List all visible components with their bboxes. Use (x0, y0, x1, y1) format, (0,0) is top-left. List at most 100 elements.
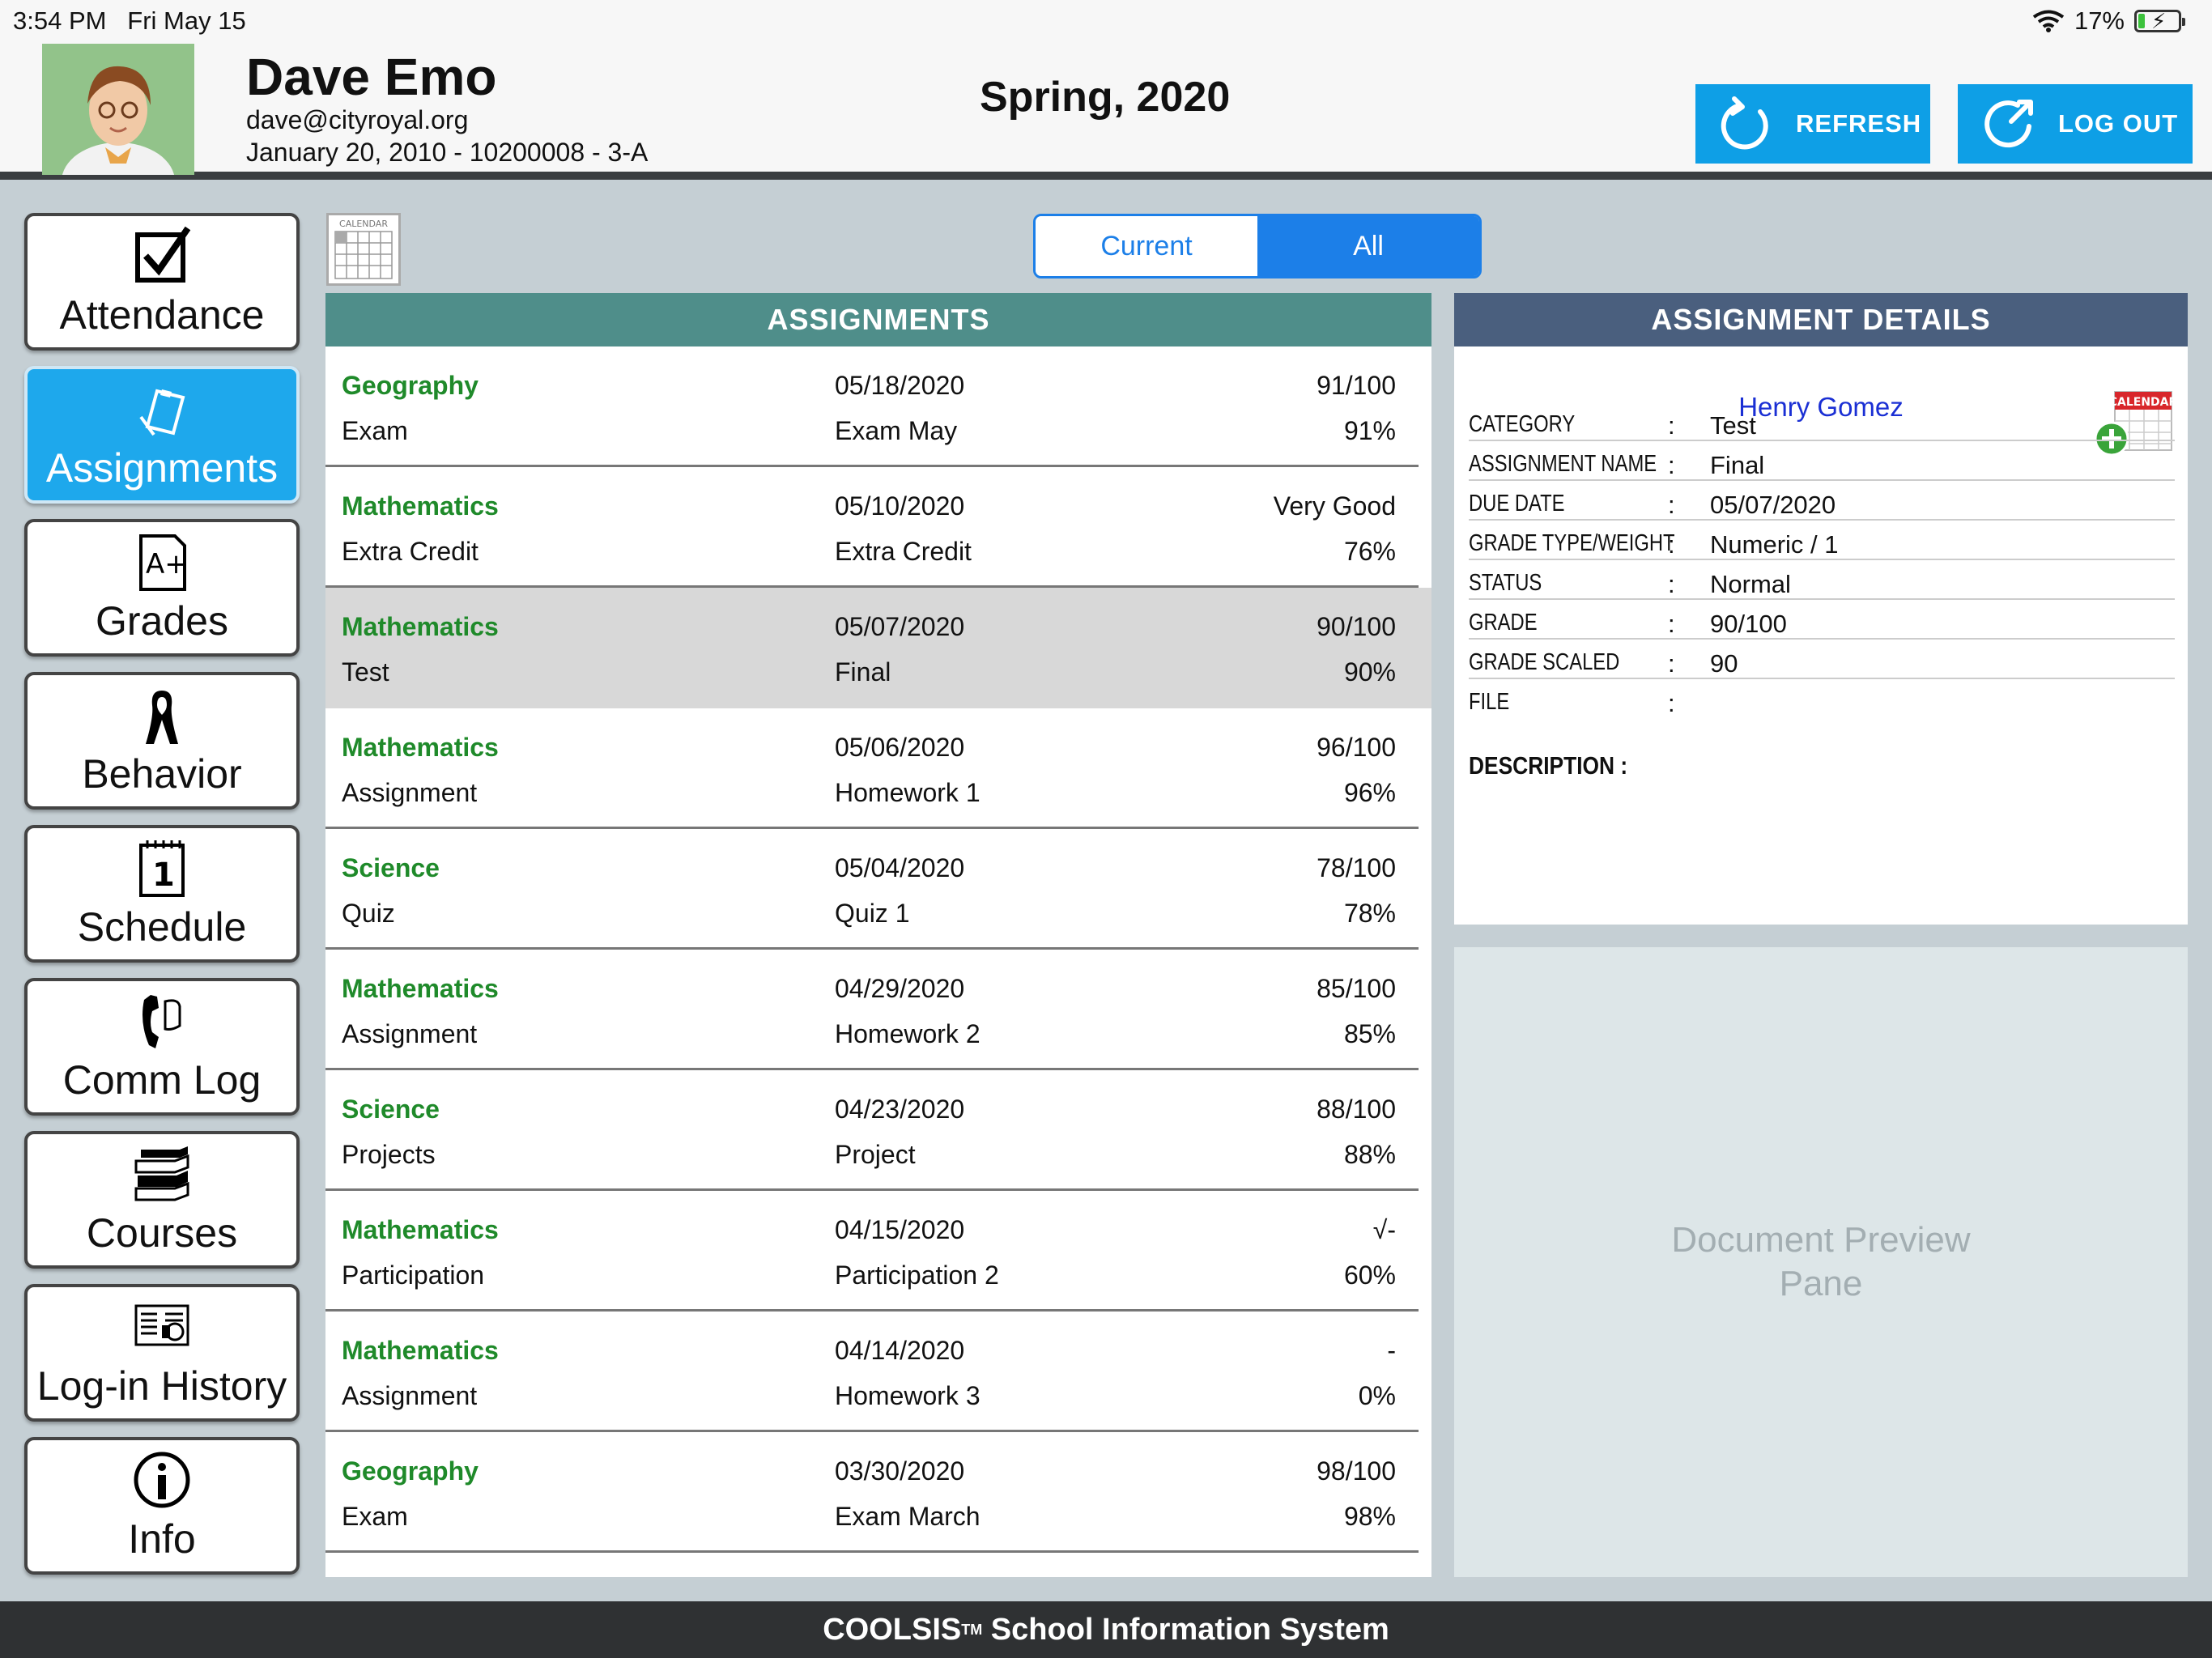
preview-line-1: Document Preview (1671, 1220, 1971, 1260)
assignment-course: Mathematics (342, 974, 499, 1003)
status-time: 3:54 PM Fri May 15 (13, 6, 246, 35)
assignment-row[interactable]: Mathematics Extra Credit 05/10/2020 Extra C… (325, 467, 1419, 588)
sidebar-label: Comm Log (62, 1057, 262, 1103)
assignment-date: 05/04/2020 (835, 853, 965, 882)
logout-button[interactable]: LOG OUT (1958, 84, 2193, 164)
sidebar-label: Grades (96, 598, 228, 644)
assignment-percent: 76% (1343, 537, 1396, 566)
assignment-row[interactable]: Geography Exam 03/30/2020 Exam March 98/100 9… (325, 1432, 1419, 1553)
assignment-date: 04/14/2020 (835, 1336, 965, 1365)
assignment-score: 78/100 (1317, 853, 1396, 882)
app-header: 3:54 PM Fri May 15 17% ⚡ Dave Emo dave@c… (0, 0, 2212, 180)
assignment-category: Extra Credit (342, 537, 479, 566)
detail-key: ASSIGNMENT NAME (1469, 451, 1657, 477)
assignment-course: Geography (342, 371, 479, 400)
sidebar-item-attendance[interactable]: Attendance (24, 213, 300, 351)
detail-value: Numeric / 1 (1710, 530, 1839, 559)
wifi-icon (2032, 10, 2065, 32)
sidebar-item-behavior[interactable]: Behavior (24, 672, 300, 810)
segment-all[interactable]: All (1257, 216, 1479, 276)
detail-separator: : (1668, 570, 1675, 598)
refresh-button[interactable]: REFRESH (1695, 84, 1930, 164)
sidebar-item-courses[interactable]: Courses (24, 1131, 300, 1269)
student-email: dave@cityroyal.org (246, 105, 469, 134)
assignment-row[interactable]: Mathematics Test 05/07/2020 Final 90/100 90% (325, 588, 1431, 708)
assignment-name: Homework 1 (835, 778, 981, 807)
detail-row: CATEGORY: Test (1469, 406, 2175, 441)
assignment-score: Very Good (1273, 491, 1396, 521)
assignment-course: Mathematics (342, 1215, 499, 1244)
preview-line-2: Pane (1779, 1264, 1863, 1303)
assignment-row[interactable]: Mathematics Participation 04/15/2020 Partic… (325, 1191, 1419, 1312)
info-icon (134, 1452, 190, 1508)
calendar-view-icon[interactable]: CALENDAR (326, 213, 401, 286)
app-footer: COOLSIS TM School Information System (0, 1601, 2212, 1658)
filter-segmented-control[interactable]: Current All (1033, 214, 1482, 278)
description-label: DESCRIPTION : (1469, 751, 1628, 780)
detail-key: GRADE SCALED (1469, 649, 1620, 675)
assignment-date: 05/07/2020 (835, 612, 965, 641)
sidebar-label: Behavior (82, 751, 242, 797)
sidebar-item-schedule[interactable]: 1 Schedule (24, 825, 300, 963)
assignment-percent: 0% (1358, 1381, 1396, 1410)
student-name: Dave Emo (246, 48, 497, 106)
assignment-category: Participation (342, 1261, 485, 1290)
assignment-name: Homework 3 (835, 1381, 981, 1410)
assignment-row[interactable]: Mathematics Assignment 04/29/2020 Homework … (325, 950, 1419, 1070)
segment-current[interactable]: Current (1036, 216, 1257, 276)
assignment-percent: 60% (1343, 1261, 1396, 1290)
assignment-row[interactable]: Geography Exam 05/18/2020 Exam May 91/100 91% (325, 346, 1419, 467)
assignment-score: 91/100 (1317, 371, 1396, 400)
assignment-percent: 91% (1343, 416, 1396, 445)
assignment-course: Mathematics (342, 612, 499, 641)
assignment-row[interactable]: Science Quiz 05/04/2020 Quiz 1 78/100 78% (325, 829, 1419, 950)
detail-separator: : (1668, 610, 1675, 638)
assignment-course: Mathematics (342, 491, 499, 521)
detail-separator: : (1668, 649, 1675, 678)
detail-key: CATEGORY (1469, 411, 1576, 437)
assignment-date: 05/10/2020 (835, 491, 965, 521)
assignment-category: Test (342, 657, 389, 687)
sidebar-label: Attendance (59, 292, 265, 338)
assignment-row[interactable]: Mathematics Assignment 04/14/2020 Homework … (325, 1312, 1419, 1432)
assignment-date: 05/18/2020 (835, 371, 965, 400)
assignment-percent: 88% (1343, 1140, 1396, 1169)
assignment-course: Geography (342, 1456, 479, 1486)
svg-text:A+: A+ (146, 548, 188, 580)
assignment-score: 88/100 (1317, 1095, 1396, 1124)
assignment-row[interactable]: Mathematics Assignment 05/06/2020 Homework … (325, 708, 1419, 829)
sidebar-item-comm-log[interactable]: Comm Log (24, 978, 300, 1116)
sidebar-item-info[interactable]: Info (24, 1437, 300, 1575)
assignment-name: Project (835, 1140, 916, 1169)
assignment-course: Mathematics (342, 733, 499, 762)
sidebar-item-login-history[interactable]: Log-in History (24, 1284, 300, 1422)
assignment-date: 04/23/2020 (835, 1095, 965, 1124)
clipboard-icon (139, 389, 185, 436)
detail-value: 05/07/2020 (1710, 491, 1836, 519)
assignment-score: - (1387, 1336, 1396, 1365)
assignment-name: Extra Credit (835, 537, 972, 566)
assignment-course: Mathematics (342, 1336, 499, 1365)
ribbon-icon (146, 691, 178, 744)
assignment-category: Exam (342, 1502, 408, 1531)
assignment-row[interactable]: Science Projects 04/23/2020 Project 88/100 88… (325, 1070, 1419, 1191)
detail-value: 90/100 (1710, 610, 1787, 638)
assignment-name: Homework 2 (835, 1019, 981, 1048)
document-preview-pane: Document Preview Pane (1454, 947, 2188, 1577)
assignment-date: 05/06/2020 (835, 733, 965, 762)
term-title: Spring, 2020 (980, 74, 1231, 121)
assignment-category: Projects (342, 1140, 436, 1169)
sidebar-item-assignments[interactable]: Assignments (24, 366, 300, 504)
detail-separator: : (1668, 451, 1675, 479)
assignment-name: Final (835, 657, 891, 687)
detail-row: FILE: (1469, 684, 2175, 719)
footer-brand: COOLSIS (823, 1612, 962, 1647)
assignment-percent: 90% (1343, 657, 1396, 687)
assignment-date: 04/15/2020 (835, 1215, 965, 1244)
assignment-name: Exam March (835, 1502, 981, 1531)
svg-text:1: 1 (152, 857, 175, 894)
detail-separator: : (1668, 530, 1675, 559)
sidebar-item-grades[interactable]: A+ Grades (24, 519, 300, 657)
assignments-header: ASSIGNMENTS (325, 293, 1431, 346)
detail-row: GRADE SCALED: 90 (1469, 644, 2175, 679)
